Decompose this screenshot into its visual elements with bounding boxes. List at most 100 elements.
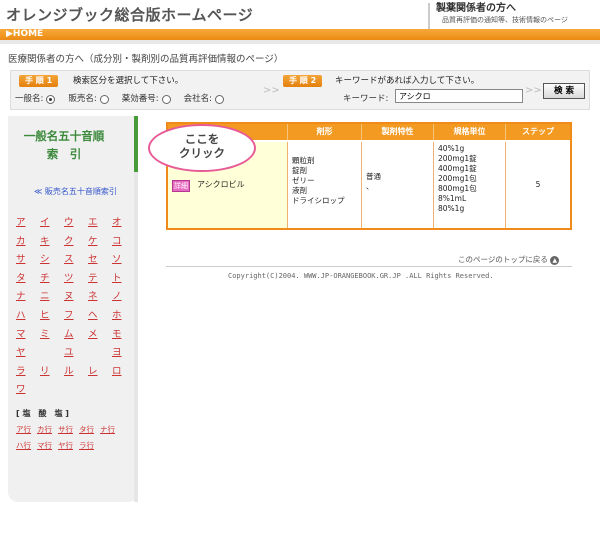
radio-company-label: 会社名: [183, 94, 212, 104]
kana-link[interactable]: マ [16, 326, 26, 340]
hydrochloride-link[interactable]: ハ行 [16, 440, 31, 451]
keyword-label: キーワード: [343, 94, 389, 104]
back-to-top-label[interactable]: このページのトップに戻る [458, 255, 548, 264]
brand-index-link[interactable]: ≪ 販売名五十音順索引 [34, 186, 117, 197]
sidebar-title-accent [134, 116, 138, 172]
kana-link[interactable]: ヌ [64, 288, 74, 302]
copyright: Copyright(C)2004. WWW.JP-ORANGEBOOK.GR.J… [228, 272, 494, 280]
kana-link[interactable]: テ [88, 270, 98, 284]
detail-button[interactable]: 詳細 [172, 180, 190, 192]
kana-link[interactable]: ル [64, 363, 74, 377]
hydrochloride-link[interactable]: カ行 [37, 424, 52, 435]
kana-link[interactable]: ム [64, 326, 74, 340]
kana-link[interactable]: ヘ [88, 307, 98, 321]
kana-link[interactable]: ケ [88, 233, 98, 247]
kana-link[interactable]: ウ [64, 214, 74, 228]
search-panel: 手 順 1 検索区分を選択して下さい。 一般名: 販売名: 薬効番号: 会社名:… [10, 70, 590, 110]
table-cell-step: 5 [535, 180, 541, 189]
kana-link[interactable]: ラ [16, 363, 26, 377]
arrow-separator-icon: >> [263, 85, 280, 96]
dosage-form: 液剤 [292, 186, 307, 195]
radio-company[interactable] [215, 94, 224, 104]
kana-link[interactable]: イ [40, 214, 50, 228]
kana-link[interactable]: ヤ [16, 344, 26, 358]
spec-unit: 40%1g [438, 144, 465, 153]
callout-line1: ここを [184, 132, 220, 146]
radio-brand[interactable] [99, 94, 109, 104]
arrow-up-icon[interactable]: ▲ [550, 255, 560, 265]
kana-link[interactable]: カ [16, 233, 26, 247]
hydrochloride-link[interactable]: タ行 [79, 424, 94, 435]
kana-link[interactable]: ハ [16, 307, 26, 321]
home-link[interactable]: ▶HOME [6, 29, 43, 40]
step2-text: キーワードがあれば入力して下さい。 [335, 76, 480, 86]
search-button[interactable]: 検 索 [543, 83, 585, 99]
hydrochloride-link[interactable]: ア行 [16, 424, 31, 435]
dosage-form: 錠剤 [292, 166, 307, 175]
kana-link[interactable]: コ [112, 233, 122, 247]
kana-link[interactable]: ホ [112, 307, 122, 321]
pharma-link-title[interactable]: 製薬関係者の方へ [436, 3, 596, 15]
kana-link[interactable]: フ [64, 307, 74, 321]
pharma-link-block[interactable]: 製薬関係者の方へ 品質再評価の通知等、技術情報のページ [428, 3, 596, 29]
col-header-property: 製剤特性 [362, 124, 434, 140]
kana-link[interactable]: ミ [40, 326, 50, 340]
kana-link[interactable]: エ [88, 214, 98, 228]
kana-link[interactable]: ノ [112, 288, 122, 302]
kana-link[interactable]: ク [64, 233, 74, 247]
kana-link[interactable]: ニ [40, 288, 50, 302]
site-title: オレンジブック総合版ホームページ [6, 6, 254, 24]
kana-link[interactable]: ス [64, 251, 74, 265]
kana-link[interactable]: ワ [16, 381, 26, 395]
drug-name: アシクロビル [197, 180, 245, 189]
back-to-top[interactable]: このページのトップに戻る ▲ [458, 254, 560, 265]
kana-link[interactable]: ア [16, 214, 26, 228]
sidebar-title-line1: 一般名五十音順 [23, 129, 105, 143]
kana-link[interactable]: ユ [64, 344, 74, 358]
kana-link[interactable]: ヨ [112, 344, 122, 358]
kana-link[interactable]: ナ [16, 288, 26, 302]
kana-link[interactable]: サ [16, 251, 26, 265]
spec-unit: 8%1mL [438, 194, 467, 203]
kana-link[interactable]: オ [112, 214, 122, 228]
callout-line2: クリック [179, 146, 225, 160]
kana-link[interactable]: セ [88, 251, 98, 265]
kana-link[interactable]: メ [88, 326, 98, 340]
kana-link[interactable]: ツ [64, 270, 74, 284]
kana-link[interactable]: リ [40, 363, 50, 377]
kana-link[interactable]: キ [40, 233, 50, 247]
step1-text: 検索区分を選択して下さい。 [73, 76, 184, 86]
dosage-form: 顆粒剤 [292, 156, 315, 165]
radio-efficacy[interactable] [161, 94, 171, 104]
kana-link[interactable]: チ [40, 270, 50, 284]
radio-generic-label: 一般名: [15, 94, 44, 104]
sidebar-title: 一般名五十音順 索 引 [8, 127, 120, 163]
property-note: 、 [366, 182, 374, 191]
hydrochloride-link[interactable]: マ行 [37, 440, 52, 451]
hydrochloride-link[interactable]: ヤ行 [58, 440, 73, 451]
kana-link[interactable]: ロ [112, 363, 122, 377]
property-value: 普通 [366, 172, 381, 181]
hydrochloride-link[interactable]: ナ行 [100, 424, 115, 435]
hydrochloride-link[interactable]: ラ行 [79, 440, 94, 451]
spec-unit: 200mg1錠 [438, 154, 477, 163]
kana-link[interactable]: ネ [88, 288, 98, 302]
table-cell-units: 40%1g 200mg1錠 400mg1錠 200mg1包 800mg1包 8%1mL 80… [434, 142, 506, 228]
kana-link[interactable]: タ [16, 270, 26, 284]
kana-link[interactable]: ト [112, 270, 122, 284]
arrow-separator-icon: >> [525, 85, 542, 96]
radio-generic[interactable] [46, 94, 56, 104]
sidebar-edge [134, 116, 138, 502]
col-header-unit: 規格単位 [434, 124, 506, 140]
spec-unit: 200mg1包 [438, 174, 477, 183]
radio-efficacy-label: 薬効番号: [121, 94, 159, 104]
hydrochloride-link[interactable]: サ行 [58, 424, 73, 435]
kana-link[interactable]: シ [40, 251, 50, 265]
keyword-input[interactable] [395, 89, 523, 103]
kana-link[interactable]: ソ [112, 251, 122, 265]
spec-unit: 80%1g [438, 204, 465, 213]
kana-link[interactable]: レ [88, 363, 98, 377]
kana-link[interactable]: モ [112, 326, 122, 340]
step2-label: 手 順 2 [283, 75, 323, 87]
kana-link[interactable]: ヒ [40, 307, 50, 321]
